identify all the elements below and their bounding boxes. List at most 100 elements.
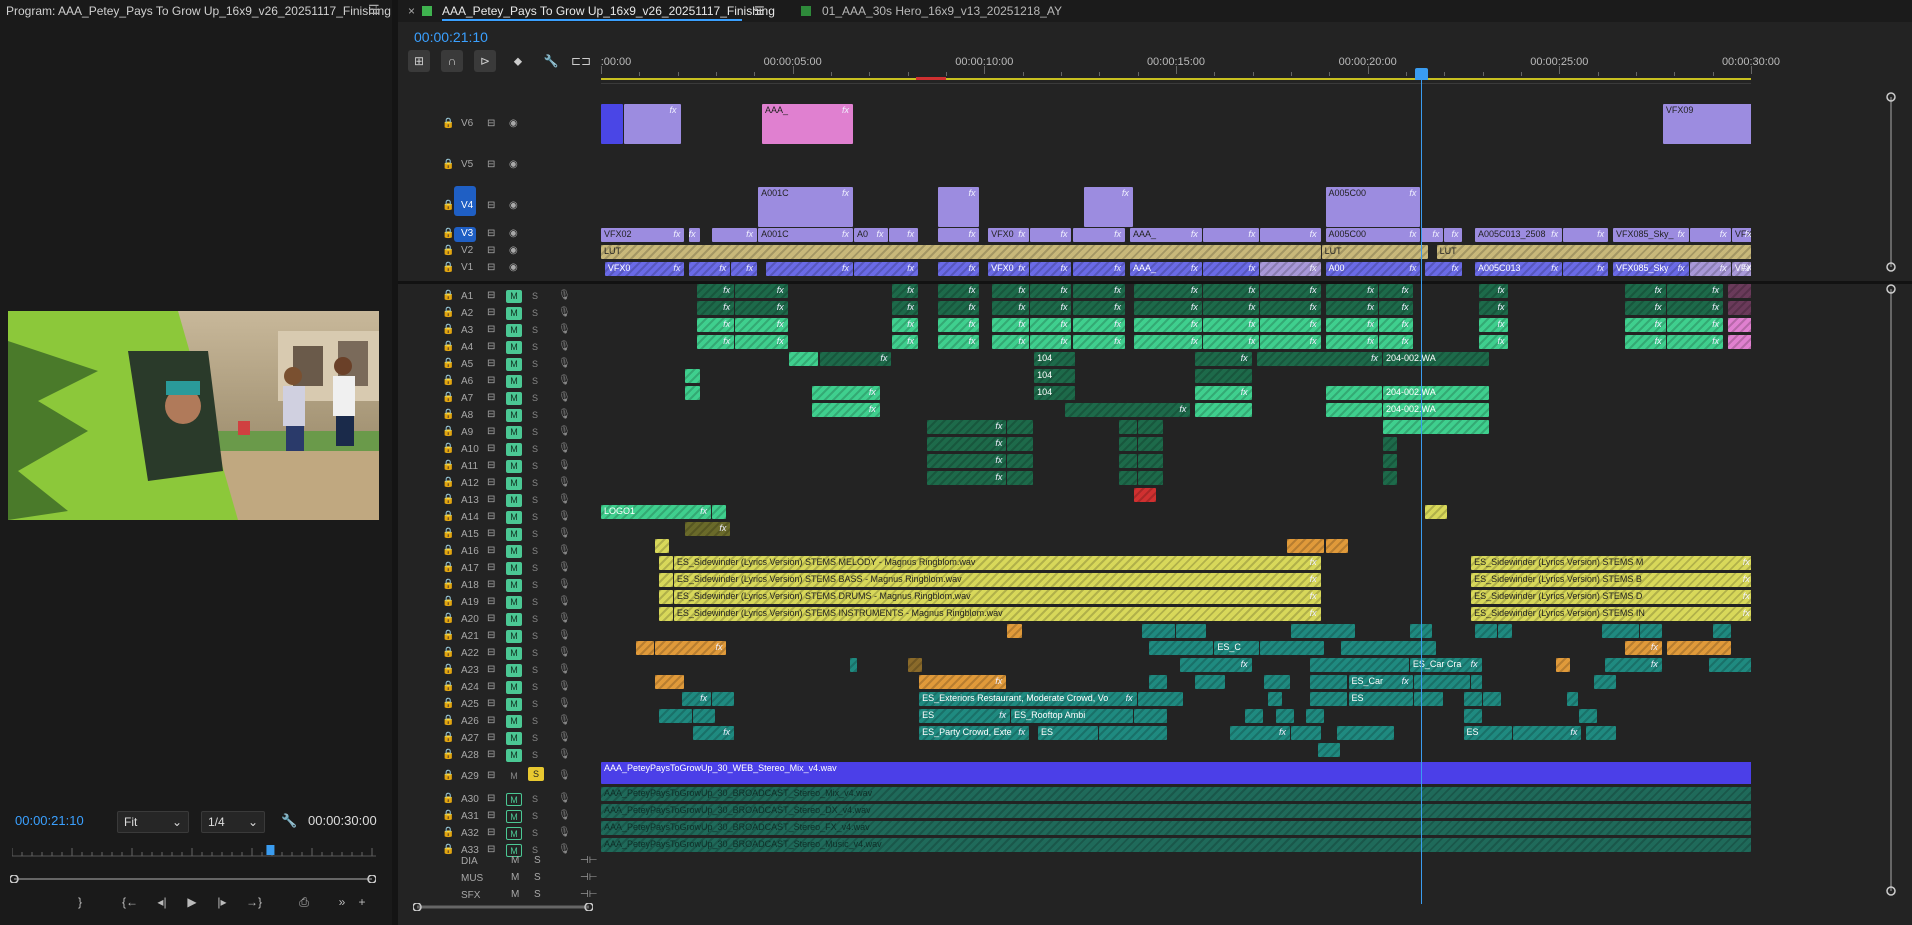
audio-clip[interactable]: [1118, 471, 1137, 485]
audio-clip[interactable]: [1137, 420, 1164, 434]
audio-clip[interactable]: 204-002.WA: [1383, 386, 1490, 400]
audio-clip[interactable]: [1325, 539, 1348, 553]
solo-button[interactable]: S: [532, 444, 538, 454]
video-clip[interactable]: fx: [1260, 262, 1321, 276]
sync-lock-icon[interactable]: ⊟: [487, 810, 495, 821]
video-clip[interactable]: fx: [1202, 228, 1260, 242]
resolution-select[interactable]: 1/4 ⌄: [201, 811, 265, 833]
mute-button[interactable]: M: [506, 511, 522, 524]
audio-clip[interactable]: ES_Rooftop Ambi: [1011, 709, 1133, 723]
key-icon[interactable]: ⊣⊢: [580, 855, 597, 866]
sync-lock-icon[interactable]: ⊟: [487, 494, 495, 505]
audio-clip[interactable]: [1325, 386, 1382, 400]
audio-clip[interactable]: [1413, 675, 1471, 689]
mute-button[interactable]: M: [506, 732, 522, 745]
audio-clip[interactable]: [654, 675, 685, 689]
audio-clip[interactable]: [1578, 709, 1597, 723]
solo-button[interactable]: S: [534, 855, 541, 866]
audio-clip[interactable]: [654, 539, 669, 553]
microphone-icon[interactable]: 🎙: [558, 324, 571, 335]
key-icon[interactable]: ⊣⊢: [580, 889, 597, 900]
menu-icon[interactable]: ☰: [754, 4, 765, 18]
audio-clip[interactable]: fx: [1624, 318, 1666, 332]
audio-clip[interactable]: fx: [693, 726, 735, 740]
audio-clip[interactable]: fx: [1325, 318, 1379, 332]
music-clip[interactable]: ES_Sidewinder (Lyrics Version) STEMS M fx: [1471, 556, 1751, 570]
audio-clip[interactable]: [1593, 675, 1616, 689]
audio-clip[interactable]: fx: [992, 335, 1030, 349]
microphone-icon[interactable]: 🎙: [558, 793, 571, 804]
lock-icon[interactable]: 🔒: [442, 290, 454, 301]
lock-icon[interactable]: 🔒: [442, 528, 454, 539]
eye-icon[interactable]: ◉: [509, 118, 518, 129]
mute-button[interactable]: M: [506, 793, 522, 806]
audio-clip[interactable]: [1471, 675, 1482, 689]
video-clip[interactable]: A0 fx: [854, 228, 888, 242]
microphone-icon[interactable]: 🎙: [558, 443, 571, 454]
audio-clip[interactable]: [1383, 420, 1490, 434]
audio-clip[interactable]: fx: [1202, 301, 1260, 315]
microphone-icon[interactable]: 🎙: [558, 579, 571, 590]
mute-button[interactable]: M: [506, 324, 522, 337]
lock-icon[interactable]: 🔒: [442, 443, 454, 454]
solo-button[interactable]: S: [532, 699, 538, 709]
audio-clip[interactable]: [1137, 437, 1164, 451]
audio-clip[interactable]: [1291, 624, 1356, 638]
audio-clip[interactable]: [1137, 454, 1164, 468]
video-clip[interactable]: fx: [1084, 187, 1133, 227]
solo-button[interactable]: S: [532, 376, 538, 386]
microphone-icon[interactable]: 🎙: [558, 409, 571, 420]
sync-lock-icon[interactable]: ⊟: [487, 511, 495, 522]
mute-button[interactable]: M: [506, 681, 522, 694]
video-clip[interactable]: [601, 104, 623, 144]
audio-clip[interactable]: [1007, 624, 1022, 638]
sync-lock-icon[interactable]: ⊟: [487, 262, 495, 273]
lock-icon[interactable]: 🔒: [442, 341, 454, 352]
audio-clip[interactable]: fx: [1030, 335, 1072, 349]
audio-clip[interactable]: ES_C: [1214, 641, 1260, 655]
audio-clip[interactable]: 204-002.WA: [1383, 352, 1490, 366]
audio-clip[interactable]: fx: [1605, 658, 1662, 672]
lock-icon[interactable]: 🔒: [442, 307, 454, 318]
mix-clip[interactable]: AAA_PeteyPaysToGrowUp_30_WEB_Stereo_Mix_…: [601, 762, 1751, 784]
mute-button[interactable]: M: [506, 810, 522, 823]
audio-clip[interactable]: fx: [1133, 284, 1202, 298]
eye-icon[interactable]: ◉: [509, 159, 518, 170]
audio-clip[interactable]: [1264, 675, 1290, 689]
video-clip[interactable]: fx: [1689, 228, 1731, 242]
track-area[interactable]: fxAAA_fxVFX09fxA001CfxfxfxA005C00fxVFX02…: [601, 84, 1751, 904]
microphone-icon[interactable]: 🎙: [558, 562, 571, 573]
audio-clip[interactable]: [1475, 624, 1497, 638]
audio-clip[interactable]: fx: [992, 318, 1030, 332]
music-clip[interactable]: ES_Sidewinder (Lyrics Version) STEMS B fx: [1471, 573, 1751, 587]
microphone-icon[interactable]: 🎙: [558, 715, 571, 726]
video-clip[interactable]: VFX090_Efx: [1731, 262, 1751, 276]
solo-button[interactable]: S: [532, 733, 538, 743]
solo-button[interactable]: S: [532, 665, 538, 675]
sync-lock-icon[interactable]: ⊟: [487, 228, 495, 239]
microphone-icon[interactable]: 🎙: [558, 375, 571, 386]
sync-lock-icon[interactable]: ⊟: [487, 118, 495, 129]
video-clip[interactable]: fx: [1072, 228, 1126, 242]
audio-clip[interactable]: [1118, 454, 1137, 468]
audio-clip[interactable]: [1666, 641, 1731, 655]
audio-clip[interactable]: fx: [1030, 284, 1072, 298]
adjustment-clip[interactable]: LUT: [601, 245, 1321, 259]
audio-clip[interactable]: [1708, 658, 1751, 672]
mute-button[interactable]: M: [506, 596, 522, 609]
solo-button[interactable]: S: [532, 580, 538, 590]
audio-clip[interactable]: 104: [1034, 369, 1076, 383]
mute-button[interactable]: M: [506, 392, 522, 405]
audio-clip[interactable]: [1383, 454, 1398, 468]
wrench-icon[interactable]: 🔧: [281, 813, 297, 829]
audio-clip[interactable]: fx: [1379, 318, 1413, 332]
audio-clip[interactable]: [1195, 403, 1252, 417]
audio-clip[interactable]: fx: [1260, 284, 1321, 298]
audio-clip[interactable]: [907, 658, 922, 672]
audio-clip[interactable]: fx: [1666, 335, 1724, 349]
audio-clip[interactable]: [1728, 335, 1751, 349]
audio-clip[interactable]: [1728, 301, 1751, 315]
video-clip[interactable]: fx: [624, 104, 681, 144]
audio-clip[interactable]: [1482, 692, 1501, 706]
audio-clip[interactable]: fx: [938, 318, 980, 332]
